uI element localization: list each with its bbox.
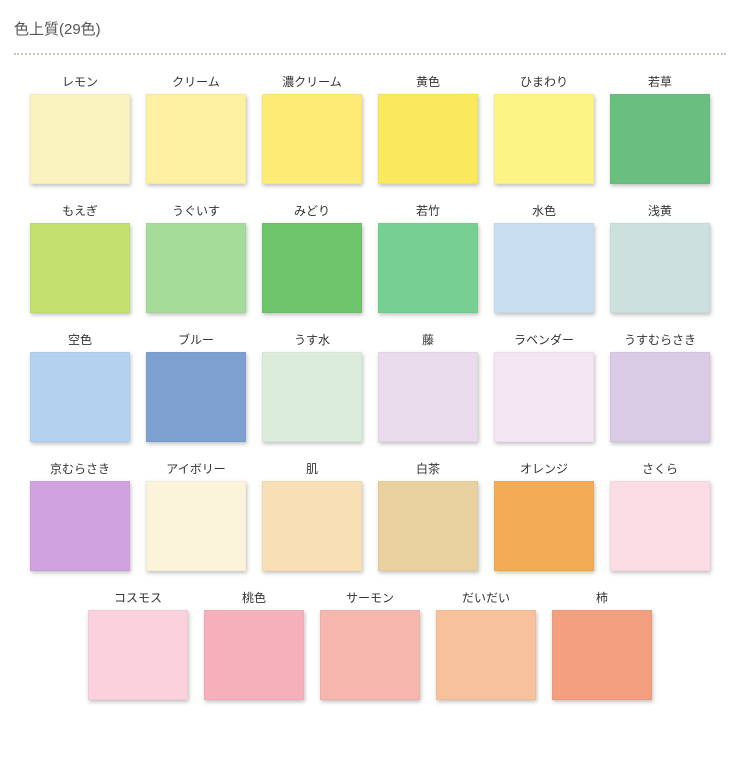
swatch-item: もえぎ [28,202,132,313]
swatch-chip [146,94,246,184]
swatch-item: 桃色 [202,589,306,700]
swatch-item: だいだい [434,589,538,700]
swatch-item: クリーム [144,73,248,184]
swatch-item: 若竹 [376,202,480,313]
swatch-chip [378,223,478,313]
swatch-row: もえぎ うぐいす みどり 若竹 水色 浅黄 [14,202,726,313]
swatch-label: みどり [294,202,330,219]
swatch-item: 濃クリーム [260,73,364,184]
swatch-item: 肌 [260,460,364,571]
swatch-chip [30,94,130,184]
swatch-chip [378,481,478,571]
swatch-chip [30,223,130,313]
swatch-chip [494,352,594,442]
swatch-item: ブルー [144,331,248,442]
swatch-item: コスモス [86,589,190,700]
swatch-label: だいだい [462,589,510,606]
swatch-item: 藤 [376,331,480,442]
swatch-item: 水色 [492,202,596,313]
swatch-chip [494,481,594,571]
swatch-chip [494,223,594,313]
swatch-label: もえぎ [62,202,98,219]
swatch-chip [88,610,188,700]
swatch-item: 京むらさき [28,460,132,571]
swatch-label: アイボリー [166,460,225,477]
swatch-chip [436,610,536,700]
swatch-chip [610,94,710,184]
swatch-item: うす水 [260,331,364,442]
swatch-label: クリーム [172,73,220,90]
swatch-item: ラベンダー [492,331,596,442]
swatch-item: みどり [260,202,364,313]
swatch-label: うす水 [294,331,330,348]
swatch-label: 水色 [532,202,556,219]
swatch-item: オレンジ [492,460,596,571]
swatch-item: サーモン [318,589,422,700]
swatch-item: 浅黄 [608,202,712,313]
swatch-label: 白茶 [416,460,440,477]
swatch-label: 藤 [422,331,434,348]
swatch-label: ひまわり [520,73,568,90]
swatch-label: 桃色 [242,589,266,606]
swatch-item: 空色 [28,331,132,442]
swatch-label: サーモン [346,589,394,606]
swatch-chip [378,94,478,184]
swatch-label: 空色 [68,331,92,348]
swatch-chip [146,223,246,313]
swatch-label: 京むらさき [50,460,110,477]
swatch-label: 濃クリーム [282,73,342,90]
divider [14,53,726,55]
color-chart-container: 色上質(29色) レモン クリーム 濃クリーム 黄色 ひまわり 若草もえぎ うぐいす みどり 若… [0,0,740,738]
swatch-chip [320,610,420,700]
swatch-item: うすむらさき [608,331,712,442]
swatch-label: 黄色 [416,73,440,90]
swatch-item: うぐいす [144,202,248,313]
swatch-label: 浅黄 [648,202,672,219]
swatch-chip [30,481,130,571]
swatch-item: アイボリー [144,460,248,571]
swatch-item: レモン [28,73,132,184]
swatch-item: ひまわり [492,73,596,184]
swatch-label: 柿 [596,589,608,606]
swatch-chip [262,94,362,184]
swatch-chip [262,223,362,313]
swatch-label: うすむらさき [624,331,696,348]
swatch-chip [146,481,246,571]
swatch-chip [262,352,362,442]
swatch-item: 黄色 [376,73,480,184]
swatch-chip [146,352,246,442]
swatch-item: 若草 [608,73,712,184]
swatch-chip [30,352,130,442]
swatch-label: 若草 [648,73,672,90]
swatch-grid: レモン クリーム 濃クリーム 黄色 ひまわり 若草もえぎ うぐいす みどり 若竹 水色 浅黄空色 ブル… [14,73,726,700]
swatch-chip [494,94,594,184]
swatch-label: 肌 [306,460,318,477]
swatch-row: コスモス 桃色 サーモン だいだい 柿 [14,589,726,700]
swatch-row: 空色 ブルー うす水 藤 ラベンダー うすむらさき [14,331,726,442]
swatch-label: ブルー [178,331,214,348]
swatch-chip [204,610,304,700]
swatch-chip [378,352,478,442]
swatch-row: レモン クリーム 濃クリーム 黄色 ひまわり 若草 [14,73,726,184]
swatch-chip [610,481,710,571]
swatch-item: 柿 [550,589,654,700]
swatch-chip [262,481,362,571]
swatch-label: コスモス [114,589,162,606]
swatch-row: 京むらさき アイボリー 肌 白茶 オレンジ さくら [14,460,726,571]
swatch-label: レモン [62,73,98,90]
swatch-label: 若竹 [416,202,440,219]
swatch-chip [552,610,652,700]
swatch-label: うぐいす [172,202,220,219]
page-title: 色上質(29色) [14,18,726,39]
swatch-chip [610,223,710,313]
swatch-item: 白茶 [376,460,480,571]
swatch-item: さくら [608,460,712,571]
swatch-label: オレンジ [520,460,568,477]
swatch-chip [610,352,710,442]
swatch-label: さくら [642,460,678,477]
swatch-label: ラベンダー [514,331,574,348]
